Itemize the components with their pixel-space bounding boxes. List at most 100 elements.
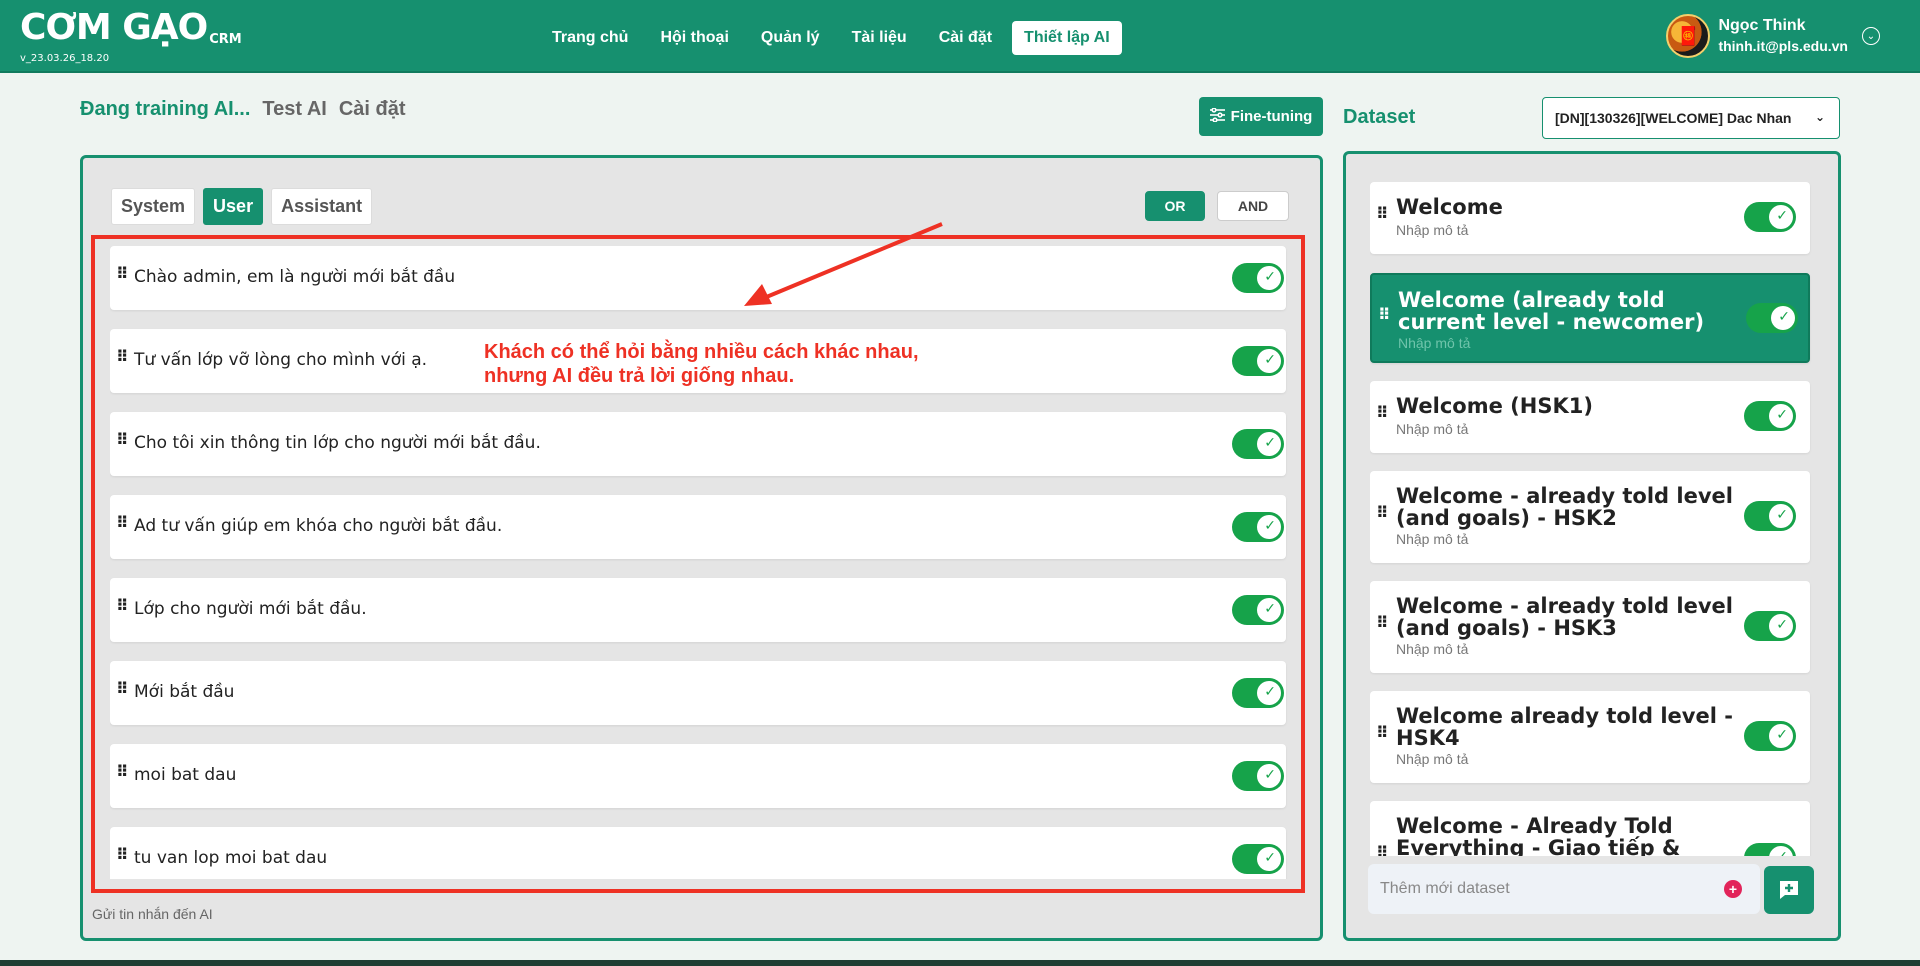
message-toggle[interactable]: ✓ [1232, 761, 1284, 791]
drag-handle-icon[interactable]: ⠿ [116, 347, 128, 367]
drag-handle-icon[interactable]: ⠿ [1376, 613, 1388, 633]
main-nav: Trang chủ Hội thoại Quản lý Tài liệu Cài… [540, 20, 1122, 56]
annotation-text: Khách có thể hỏi bằng nhiều cách khác nh… [484, 341, 919, 387]
dataset-select[interactable]: [DN][130326][WELCOME] Dac Nhan ⌄ [1542, 97, 1840, 139]
check-icon: ✓ [1264, 683, 1276, 699]
fine-tuning-label: Fine-tuning [1230, 108, 1313, 125]
check-icon: ✓ [1776, 616, 1788, 632]
dataset-toggle[interactable]: ✓ [1744, 721, 1796, 751]
or-button[interactable]: OR [1145, 191, 1205, 221]
avatar-icon[interactable]: 🧧 [1666, 14, 1711, 58]
drag-handle-icon[interactable]: ⠿ [1376, 403, 1388, 423]
fine-tuning-button[interactable]: Fine-tuning [1199, 97, 1323, 136]
dataset-item-desc[interactable]: Nhập mô tả [1396, 421, 1468, 437]
dataset-item-desc[interactable]: Nhập mô tả [1396, 222, 1468, 238]
dataset-toggle[interactable]: ✓ [1746, 303, 1798, 333]
message-text[interactable]: tu van lop moi bat dau [134, 848, 327, 868]
check-icon: ✓ [1776, 207, 1788, 223]
message-row: ⠿ Lớp cho người mới bắt đầu. ✓ [110, 578, 1286, 642]
drag-handle-icon[interactable]: ⠿ [116, 264, 128, 284]
drag-handle-icon[interactable]: ⠿ [116, 430, 128, 450]
top-navbar: CƠM GẠO CRM v_23.03.26_18.20 Trang chủ Hộ… [0, 0, 1920, 73]
dataset-item[interactable]: ⠿ Welcome Nhập mô tả ✓ [1370, 182, 1810, 254]
user-menu[interactable]: 🧧 Ngọc Think thinh.it@pls.edu.vn ⌄ [1666, 14, 1880, 58]
message-toggle[interactable]: ✓ [1232, 512, 1284, 542]
drag-handle-icon[interactable]: ⠿ [1376, 204, 1388, 224]
message-text[interactable]: moi bat dau [134, 765, 236, 785]
dataset-item-desc[interactable]: Nhập mô tả [1396, 531, 1468, 547]
check-icon: ✓ [1776, 848, 1788, 856]
message-toggle[interactable]: ✓ [1232, 678, 1284, 708]
dataset-item-name: Welcome [1396, 195, 1503, 219]
annotation-arrow-icon [744, 222, 943, 306]
drag-handle-icon[interactable]: ⠿ [116, 679, 128, 699]
dataset-item[interactable]: ⠿ Welcome - already told level (and goal… [1370, 471, 1810, 563]
plus-icon[interactable]: + [1724, 880, 1742, 898]
add-dataset-input[interactable]: Thêm mới dataset [1368, 864, 1760, 914]
drag-handle-icon[interactable]: ⠿ [1378, 305, 1390, 325]
message-text[interactable]: Lớp cho người mới bắt đầu. [134, 599, 367, 619]
message-toggle[interactable]: ✓ [1232, 429, 1284, 459]
check-icon: ✓ [1776, 506, 1788, 522]
dataset-toggle[interactable]: ✓ [1744, 843, 1796, 856]
user-email: thinh.it@pls.edu.vn [1718, 38, 1848, 54]
message-toggle[interactable]: ✓ [1232, 346, 1284, 376]
drag-handle-icon[interactable]: ⠿ [1376, 723, 1388, 743]
role-tabs: System User Assistant [111, 188, 373, 225]
dataset-item-desc[interactable]: Nhập mô tả [1398, 335, 1470, 351]
and-button[interactable]: AND [1217, 191, 1289, 221]
check-icon: ✓ [1264, 517, 1276, 533]
nav-settings[interactable]: Cài đặt [927, 21, 1004, 55]
message-text[interactable]: Cho tôi xin thông tin lớp cho người mới … [134, 433, 541, 453]
dataset-item-name: Welcome - already told level (and goals)… [1396, 484, 1733, 530]
drag-handle-icon[interactable]: ⠿ [1376, 843, 1388, 856]
message-text[interactable]: Mới bắt đầu [134, 682, 234, 702]
message-toggle[interactable]: ✓ [1232, 595, 1284, 625]
dataset-toggle[interactable]: ✓ [1744, 401, 1796, 431]
bottom-border [0, 960, 1920, 966]
send-message-input[interactable]: Gửi tin nhắn đến AI [92, 906, 213, 922]
tab-test-ai[interactable]: Test AI [262, 98, 326, 121]
dataset-toggle[interactable]: ✓ [1744, 501, 1796, 531]
check-icon: ✓ [1776, 726, 1788, 742]
nav-management[interactable]: Quản lý [749, 21, 832, 55]
message-row: ⠿ Ad tư vấn giúp em khóa cho người bắt đ… [110, 495, 1286, 559]
dataset-item[interactable]: ⠿ Welcome (HSK1) Nhập mô tả ✓ [1370, 381, 1810, 453]
role-tab-user[interactable]: User [203, 188, 264, 225]
message-text[interactable]: Tư vấn lớp vỡ lòng cho mình với ạ. [134, 350, 427, 370]
role-tab-assistant[interactable]: Assistant [271, 188, 373, 225]
nav-ai-setup[interactable]: Thiết lập AI [1012, 21, 1122, 55]
dataset-item[interactable]: ⠿ Welcome (already told current level - … [1370, 273, 1810, 363]
check-icon: ✓ [1264, 268, 1276, 284]
page-tabs: Đang training AI... Test AI Cài đặt [80, 98, 406, 121]
drag-handle-icon[interactable]: ⠿ [116, 845, 128, 865]
message-toggle[interactable]: ✓ [1232, 263, 1284, 293]
drag-handle-icon[interactable]: ⠿ [116, 513, 128, 533]
dataset-item[interactable]: ⠿ Welcome - already told level (and goal… [1370, 581, 1810, 673]
dataset-select-value: [DN][130326][WELCOME] Dac Nhan [1555, 110, 1792, 126]
dataset-item-desc[interactable]: Nhập mô tả [1396, 751, 1468, 767]
drag-handle-icon[interactable]: ⠿ [116, 762, 128, 782]
dataset-toggle[interactable]: ✓ [1744, 611, 1796, 641]
message-toggle[interactable]: ✓ [1232, 844, 1284, 874]
drag-handle-icon[interactable]: ⠿ [116, 596, 128, 616]
dataset-toggle[interactable]: ✓ [1744, 202, 1796, 232]
chevron-down-icon[interactable]: ⌄ [1862, 27, 1880, 45]
nav-home[interactable]: Trang chủ [540, 21, 640, 55]
add-dataset-button[interactable] [1764, 866, 1814, 914]
dataset-panel: ⠿ Welcome Nhập mô tả ✓ ⠿ Welcome (alread… [1343, 151, 1841, 941]
nav-documents[interactable]: Tài liệu [840, 21, 919, 55]
dataset-item[interactable]: ⠿ Welcome already told level - HSK4 Nhập… [1370, 691, 1810, 783]
dataset-title: Dataset [1343, 106, 1416, 128]
message-text[interactable]: Ad tư vấn giúp em khóa cho người bắt đầu… [134, 516, 502, 536]
app-version: v_23.03.26_18.20 [20, 53, 110, 64]
tab-training-ai[interactable]: Đang training AI... [80, 98, 250, 121]
nav-conversations[interactable]: Hội thoại [648, 21, 740, 55]
role-tab-system[interactable]: System [111, 188, 196, 225]
dataset-item-desc[interactable]: Nhập mô tả [1396, 641, 1468, 657]
check-icon: ✓ [1264, 600, 1276, 616]
tab-ai-settings[interactable]: Cài đặt [339, 98, 406, 121]
drag-handle-icon[interactable]: ⠿ [1376, 503, 1388, 523]
message-text[interactable]: Chào admin, em là người mới bắt đầu [134, 267, 455, 287]
dataset-item[interactable]: ⠿ Welcome - Already Told Everything - Gi… [1370, 801, 1810, 856]
